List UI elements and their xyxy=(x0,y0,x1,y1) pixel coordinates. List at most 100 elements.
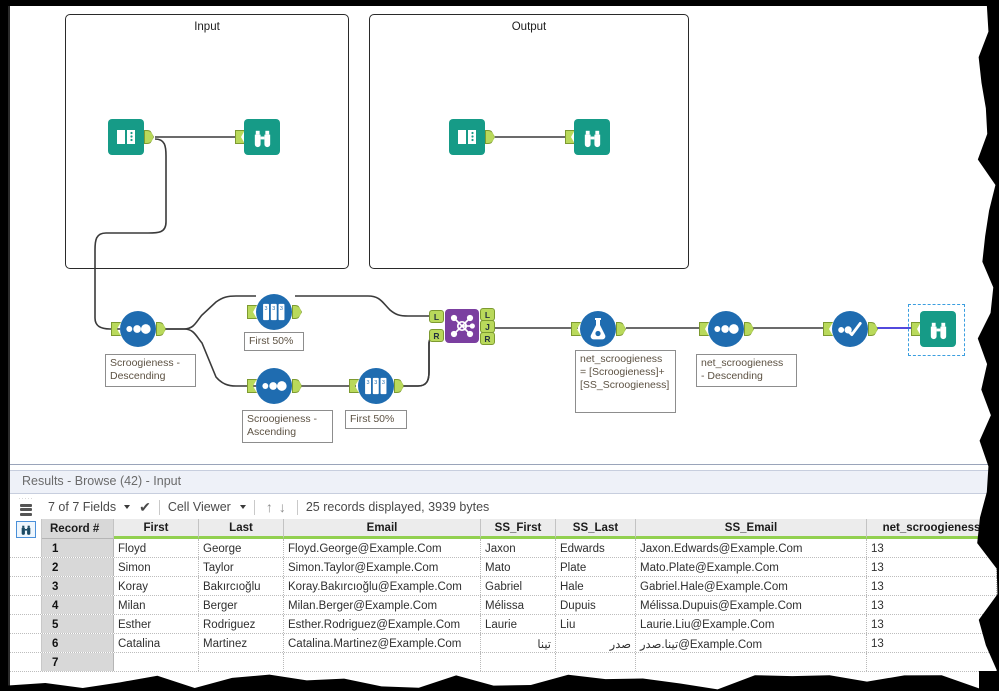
cell-email[interactable]: Esther.Rodriguez@Example.Com xyxy=(284,615,481,633)
cell-ss-first[interactable]: Gabriel xyxy=(481,577,556,595)
output-anchor[interactable] xyxy=(744,322,754,336)
cell-net-scroogieness[interactable]: 13 xyxy=(867,558,997,576)
join-output-anchor-right[interactable]: R xyxy=(480,332,495,345)
cell-ss-last[interactable] xyxy=(556,653,636,671)
column-header-record[interactable]: Record # xyxy=(42,519,114,539)
table-row[interactable]: 7 xyxy=(10,653,999,672)
column-header-net-scroogieness[interactable]: net_scroogieness xyxy=(867,519,997,539)
column-header-ss-last[interactable]: SS_Last xyxy=(556,519,636,539)
cell-net-scroogieness[interactable]: 13 xyxy=(867,596,997,614)
tool-container-output[interactable]: Output xyxy=(369,14,689,269)
column-header-first[interactable]: First xyxy=(114,519,199,539)
cell-record[interactable]: 5 xyxy=(42,615,114,633)
cell-first[interactable]: Milan xyxy=(114,596,199,614)
cell-ss-last[interactable]: Dupuis xyxy=(556,596,636,614)
cell-first[interactable]: Koray xyxy=(114,577,199,595)
workflow-canvas[interactable]: Input Output Scroogieness - Descending 3… xyxy=(8,6,999,464)
cell-net-scroogieness[interactable]: 13 xyxy=(867,577,997,595)
results-toolbar[interactable]: ····· 7 of 7 Fields ✔ Cell Viewer ↑ ↓ 25… xyxy=(10,495,999,519)
cell-last[interactable]: Rodriguez xyxy=(199,615,284,633)
cell-ss-email[interactable]: Jaxon.Edwards@Example.Com xyxy=(636,539,867,557)
join-input-anchor-left[interactable]: L xyxy=(429,310,444,323)
cell-first[interactable] xyxy=(114,653,199,671)
cell-record[interactable]: 1 xyxy=(42,539,114,557)
cell-first[interactable]: Simon xyxy=(114,558,199,576)
join-input-anchor-right[interactable]: R xyxy=(429,329,444,342)
cell-email[interactable]: Floyd.George@Example.Com xyxy=(284,539,481,557)
cell-ss-last[interactable]: صدر xyxy=(556,634,636,652)
cell-ss-first[interactable]: Mélissa xyxy=(481,596,556,614)
output-anchor[interactable] xyxy=(156,322,166,336)
cell-record[interactable]: 7 xyxy=(42,653,114,671)
sort-icon xyxy=(120,311,156,347)
toolbar-divider xyxy=(158,499,160,515)
cell-net-scroogieness[interactable] xyxy=(867,653,997,671)
results-grid[interactable]: Record # First Last Email SS_First SS_La… xyxy=(10,519,999,691)
cell-last[interactable]: Berger xyxy=(199,596,284,614)
cell-ss-email[interactable]: Gabriel.Hale@Example.Com xyxy=(636,577,867,595)
fields-selector[interactable]: 7 of 7 Fields ✔ xyxy=(48,499,151,516)
cell-last[interactable]: Martinez xyxy=(199,634,284,652)
output-anchor[interactable] xyxy=(394,379,404,393)
cell-ss-last[interactable]: Edwards xyxy=(556,539,636,557)
cell-email[interactable]: Simon.Taylor@Example.Com xyxy=(284,558,481,576)
table-row[interactable]: 3 Koray Bakırcıoğlu Koray.Bakırcıoğlu@Examp… xyxy=(10,577,999,596)
cell-ss-email[interactable]: Mélissa.Dupuis@Example.Com xyxy=(636,596,867,614)
output-anchor[interactable] xyxy=(292,379,302,393)
table-row[interactable]: 5 Esther Rodriguez Esther.Rodriguez@Example… xyxy=(10,615,999,634)
cell-ss-first[interactable]: Laurie xyxy=(481,615,556,633)
column-header-ss-email[interactable]: SS_Email xyxy=(636,519,867,539)
chevron-down-icon[interactable] xyxy=(239,505,246,509)
cell-ss-last[interactable]: Plate xyxy=(556,558,636,576)
binoculars-icon xyxy=(244,119,280,155)
annotation-sort-descending: Scroogieness - Descending xyxy=(105,354,196,387)
cell-ss-email[interactable]: Mato.Plate@Example.Com xyxy=(636,558,867,576)
table-row[interactable]: 4 Milan Berger Milan.Berger@Example.Com Méli… xyxy=(10,596,999,615)
cell-record[interactable]: 3 xyxy=(42,577,114,595)
cell-ss-last[interactable]: Liu xyxy=(556,615,636,633)
cell-ss-email[interactable]: Laurie.Liu@Example.Com xyxy=(636,615,867,633)
output-anchor[interactable] xyxy=(616,322,626,336)
cell-email[interactable]: Catalina.Martinez@Example.Com xyxy=(284,634,481,652)
output-anchor[interactable] xyxy=(292,305,302,319)
cell-ss-email[interactable]: تينا.صدر@Example.Com xyxy=(636,634,867,652)
cell-email[interactable]: Koray.Bakırcıoğlu@Example.Com xyxy=(284,577,481,595)
column-header-last[interactable]: Last xyxy=(199,519,284,539)
table-row[interactable]: 2 Simon Taylor Simon.Taylor@Example.Com Mato… xyxy=(10,558,999,577)
scroll-down-button[interactable]: ↓ xyxy=(276,499,289,515)
cell-record[interactable]: 2 xyxy=(42,558,114,576)
cell-ss-first[interactable]: Mato xyxy=(481,558,556,576)
cell-ss-last[interactable]: Hale xyxy=(556,577,636,595)
column-header-ss-first[interactable]: SS_First xyxy=(481,519,556,539)
cell-first[interactable]: Floyd xyxy=(114,539,199,557)
cell-first[interactable]: Esther xyxy=(114,615,199,633)
cell-last[interactable] xyxy=(199,653,284,671)
cell-ss-first[interactable]: Jaxon xyxy=(481,539,556,557)
cell-net-scroogieness[interactable]: 13 xyxy=(867,539,997,557)
cell-ss-first[interactable]: تينا xyxy=(481,634,556,652)
column-header-email[interactable]: Email xyxy=(284,519,481,539)
table-row[interactable]: 1 Floyd George Floyd.George@Example.Com Jaxo… xyxy=(10,539,999,558)
cell-record[interactable]: 4 xyxy=(42,596,114,614)
app-root: Input Output Scroogieness - Descending 3… xyxy=(0,0,999,691)
cell-first[interactable]: Catalina xyxy=(114,634,199,652)
cell-ss-first[interactable] xyxy=(481,653,556,671)
check-mark-icon[interactable]: ✔ xyxy=(139,499,151,516)
scroll-up-button[interactable]: ↑ xyxy=(263,499,276,515)
cell-email[interactable] xyxy=(284,653,481,671)
cell-net-scroogieness[interactable]: 13 xyxy=(867,615,997,633)
output-anchor[interactable] xyxy=(868,322,878,336)
cell-ss-email[interactable] xyxy=(636,653,867,671)
svg-text:3: 3 xyxy=(366,380,369,386)
record-layout-button[interactable]: ····· xyxy=(10,496,42,517)
table-row[interactable]: 6 Catalina Martinez Catalina.Martinez@Examp… xyxy=(10,634,999,653)
cell-last[interactable]: George xyxy=(199,539,284,557)
cell-last[interactable]: Taylor xyxy=(199,558,284,576)
browse-icon[interactable] xyxy=(15,520,36,538)
cell-record[interactable]: 6 xyxy=(42,634,114,652)
cell-net-scroogieness[interactable]: 13 xyxy=(867,634,997,652)
cell-last[interactable]: Bakırcıoğlu xyxy=(199,577,284,595)
viewer-selector[interactable]: Cell Viewer xyxy=(168,500,246,514)
chevron-down-icon[interactable] xyxy=(124,505,131,509)
cell-email[interactable]: Milan.Berger@Example.Com xyxy=(284,596,481,614)
